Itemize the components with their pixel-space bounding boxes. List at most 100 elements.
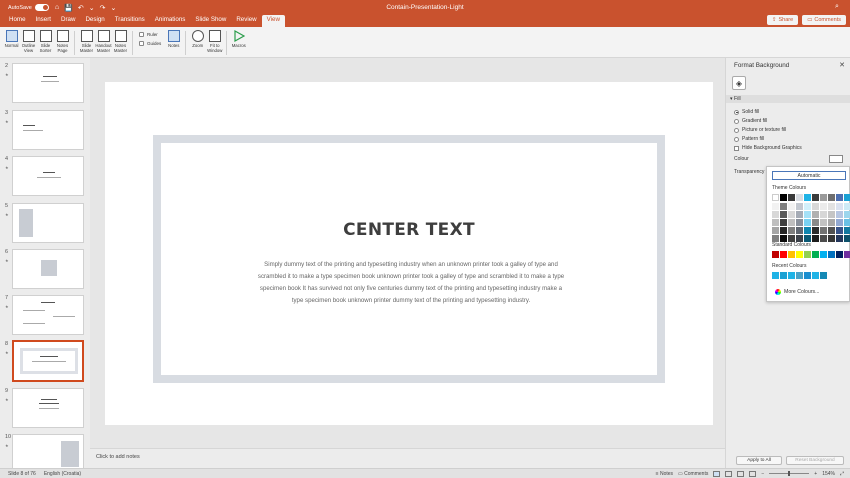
slide-sorter-button[interactable]: Slide Sorter — [37, 30, 54, 53]
colour-swatch[interactable] — [844, 211, 850, 218]
colour-swatch[interactable] — [804, 203, 811, 210]
redo-icon[interactable]: ↷ — [100, 4, 106, 12]
colour-swatch[interactable] — [796, 227, 803, 234]
notes-master-button[interactable]: Notes Master — [112, 30, 129, 53]
slide-thumbnail[interactable] — [12, 434, 84, 468]
reset-background-button[interactable]: Reset Background — [786, 456, 844, 465]
tab-design[interactable]: Design — [80, 15, 109, 27]
outline-view-button[interactable]: Outline View — [20, 30, 37, 53]
colour-swatch[interactable] — [820, 235, 827, 242]
paint-bucket-icon[interactable]: ◈ — [732, 76, 746, 90]
slide-thumbnail[interactable] — [12, 249, 84, 289]
colour-swatch[interactable] — [796, 251, 803, 258]
current-slide[interactable]: CENTER TEXT Simply dummy text of the pri… — [105, 82, 713, 425]
colour-swatch[interactable] — [820, 194, 827, 201]
slide-sorter-status-icon[interactable] — [725, 470, 733, 477]
colour-swatch[interactable] — [772, 194, 779, 201]
colour-swatch[interactable] — [804, 251, 811, 258]
colour-swatch[interactable] — [804, 211, 811, 218]
slide-body-text[interactable]: Simply dummy text of the printing and ty… — [256, 259, 566, 307]
colour-swatch[interactable] — [812, 211, 819, 218]
colour-swatch[interactable] — [828, 194, 835, 201]
search-icon[interactable]: ⌕ — [835, 3, 844, 12]
colour-swatch[interactable] — [780, 227, 787, 234]
colour-swatch[interactable] — [772, 219, 779, 226]
colour-swatch[interactable] — [844, 203, 850, 210]
colour-swatch[interactable] — [820, 251, 827, 258]
colour-swatch[interactable] — [780, 251, 787, 258]
colour-swatch[interactable] — [836, 211, 843, 218]
autosave-toggle[interactable] — [34, 4, 49, 11]
slide-thumbnail[interactable] — [12, 156, 84, 196]
home-icon[interactable]: ⌂ — [55, 4, 59, 12]
colour-swatch[interactable] — [804, 227, 811, 234]
slide-thumbnail[interactable] — [12, 388, 84, 428]
colour-swatch[interactable] — [772, 211, 779, 218]
colour-swatch[interactable] — [780, 203, 787, 210]
colour-swatch[interactable] — [836, 203, 843, 210]
colour-swatch[interactable] — [844, 219, 850, 226]
colour-swatch[interactable] — [844, 227, 850, 234]
fit-to-window-button[interactable]: Fit to Window — [206, 30, 223, 53]
reading-view-status-icon[interactable] — [737, 470, 745, 477]
colour-swatch[interactable] — [844, 235, 850, 242]
normal-view-button[interactable]: Normal — [3, 30, 20, 48]
tab-view[interactable]: View — [261, 15, 285, 27]
colour-swatch[interactable] — [772, 235, 779, 242]
colour-swatch[interactable] — [844, 194, 850, 201]
colour-swatch[interactable] — [828, 203, 835, 210]
notes-button[interactable]: Notes — [165, 30, 182, 48]
colour-swatch[interactable] — [804, 219, 811, 226]
colour-swatch[interactable] — [804, 194, 811, 201]
colour-swatch[interactable] — [812, 235, 819, 242]
close-icon[interactable]: ✕ — [839, 61, 845, 69]
comments-toggle[interactable]: ▭ Comments — [678, 471, 708, 477]
picture-fill-radio[interactable]: Picture or texture fill — [734, 127, 802, 133]
share-button[interactable]: ⇪ Share — [766, 15, 799, 25]
solid-fill-radio[interactable]: Solid fill — [734, 109, 802, 115]
colour-swatch[interactable] — [788, 219, 795, 226]
more-colours-button[interactable]: More Colours... — [775, 289, 819, 295]
colour-swatch[interactable] — [780, 272, 787, 279]
colour-swatch[interactable] — [828, 219, 835, 226]
colour-swatch[interactable] — [796, 272, 803, 279]
fill-section-header[interactable]: ▾ Fill — [726, 95, 850, 103]
notes-pane[interactable]: Click to add notes — [90, 448, 725, 468]
colour-swatch[interactable] — [772, 203, 779, 210]
colour-swatch[interactable] — [812, 194, 819, 201]
zoom-level[interactable]: 154% — [822, 471, 835, 477]
colour-swatch[interactable] — [796, 235, 803, 242]
colour-swatch[interactable] — [812, 227, 819, 234]
gradient-fill-radio[interactable]: Gradient fill — [734, 118, 802, 124]
colour-swatch[interactable] — [812, 219, 819, 226]
notes-toggle[interactable]: ≡ Notes — [656, 471, 673, 477]
tab-transitions[interactable]: Transitions — [110, 15, 150, 27]
zoom-button[interactable]: Zoom — [189, 30, 206, 48]
zoom-slider[interactable] — [769, 471, 810, 476]
colour-swatch[interactable] — [788, 251, 795, 258]
undo-dropdown-icon[interactable]: ⌄ — [89, 4, 95, 12]
ruler-checkbox[interactable]: Ruler — [139, 32, 161, 37]
slide-thumbnail[interactable] — [12, 203, 84, 243]
colour-swatch[interactable] — [820, 227, 827, 234]
tab-slide-show[interactable]: Slide Show — [190, 15, 231, 27]
colour-swatch[interactable] — [780, 235, 787, 242]
colour-swatch[interactable] — [788, 194, 795, 201]
autosave[interactable]: AutoSave — [8, 4, 49, 11]
colour-swatch[interactable] — [772, 251, 779, 258]
colour-swatch[interactable] — [796, 211, 803, 218]
language-indicator[interactable]: English (Croatia) — [44, 471, 81, 477]
colour-swatch[interactable] — [820, 272, 827, 279]
normal-view-status-icon[interactable] — [713, 470, 721, 477]
colour-swatch[interactable] — [780, 194, 787, 201]
slide-thumbnails-pane[interactable]: 2 ★ 3 ★ 4 ★ 5 ★ 6 ★ 7 ★ 8 ★ 9 ★ 10 ★ — [0, 58, 90, 468]
colour-swatch[interactable] — [844, 251, 850, 258]
colour-swatch[interactable] — [780, 219, 787, 226]
colour-swatch[interactable] — [796, 219, 803, 226]
colour-swatch[interactable] — [788, 235, 795, 242]
colour-swatch[interactable] — [788, 227, 795, 234]
colour-swatch[interactable] — [828, 251, 835, 258]
zoom-in-icon[interactable]: + — [814, 471, 817, 477]
colour-swatch[interactable] — [812, 272, 819, 279]
tab-review[interactable]: Review — [231, 15, 261, 27]
